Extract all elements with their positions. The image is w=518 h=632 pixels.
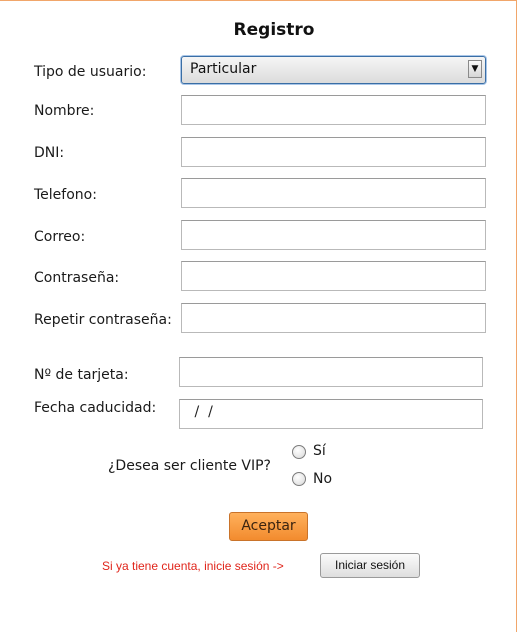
- vip-no-label: No: [313, 471, 333, 487]
- card-number-input[interactable]: [179, 357, 483, 387]
- vip-yes-radio[interactable]: [292, 445, 306, 459]
- page-title: Registro: [233, 20, 315, 40]
- phone-input[interactable]: [181, 178, 486, 208]
- vip-no-radio[interactable]: [292, 472, 306, 486]
- repeat-password-input[interactable]: [181, 303, 486, 333]
- dni-label: DNI:: [34, 145, 65, 161]
- card-number-label: Nº de tarjeta:: [34, 367, 129, 383]
- email-input[interactable]: [181, 220, 486, 250]
- login-hint-text: Si ya tiene cuenta, inicie sesión ->: [102, 559, 284, 573]
- expiry-label: Fecha caducidad:: [34, 400, 157, 416]
- name-label: Nombre:: [34, 103, 95, 119]
- repeat-password-label: Repetir contraseña:: [34, 312, 172, 328]
- user-type-label: Tipo de usuario:: [34, 64, 147, 80]
- vip-yes-label: Sí: [313, 443, 326, 459]
- login-button[interactable]: Iniciar sesión: [320, 553, 420, 578]
- password-label: Contraseña:: [34, 270, 120, 286]
- dropdown-arrow-icon[interactable]: ▼: [468, 60, 482, 78]
- dni-input[interactable]: [181, 137, 486, 167]
- user-type-select[interactable]: Particular ▼: [181, 56, 486, 84]
- password-input[interactable]: [181, 261, 486, 291]
- vip-question: ¿Desea ser cliente VIP?: [108, 458, 271, 474]
- registration-window: Registro Tipo de usuario: Particular ▼ N…: [0, 0, 517, 632]
- email-label: Correo:: [34, 229, 86, 245]
- phone-label: Telefono:: [34, 187, 97, 203]
- accept-button[interactable]: Aceptar: [229, 512, 308, 541]
- user-type-selected-value: Particular: [190, 61, 257, 77]
- expiry-input[interactable]: / /: [179, 399, 483, 429]
- name-input[interactable]: [181, 95, 486, 125]
